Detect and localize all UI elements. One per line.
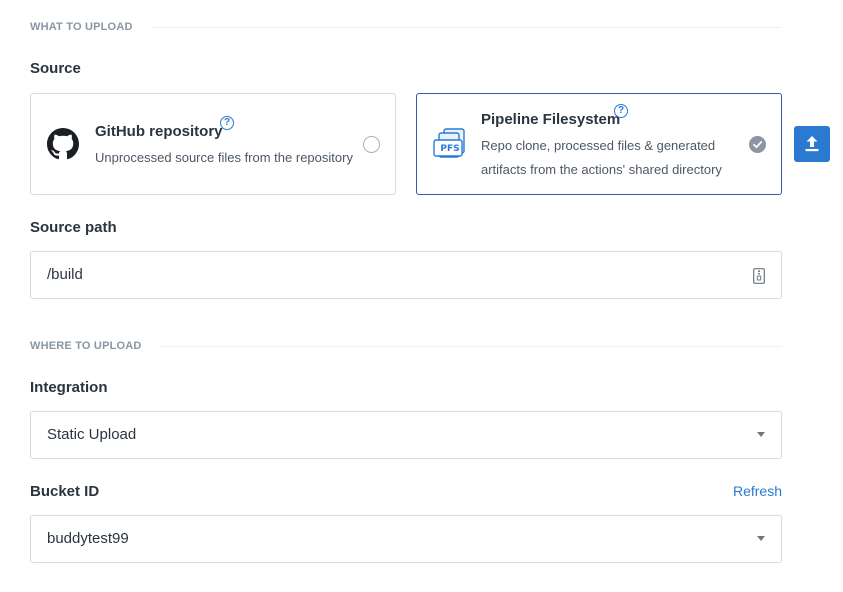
- integration-select[interactable]: Static Upload: [30, 411, 782, 459]
- github-icon: [47, 128, 79, 160]
- source-path-input[interactable]: /build: [30, 251, 782, 299]
- zip-file-icon[interactable]: [753, 268, 765, 284]
- help-icon[interactable]: ?: [220, 116, 234, 130]
- option-description: Unprocessed source files from the reposi…: [95, 150, 353, 165]
- upload-icon: [805, 136, 819, 152]
- bucket-id-label: Bucket ID: [30, 483, 100, 500]
- integration-value: Static Upload: [47, 426, 137, 443]
- bucket-id-value: buddytest99: [47, 530, 129, 547]
- section-title: WHERE TO UPLOAD: [30, 340, 142, 352]
- chevron-down-icon: [757, 536, 765, 541]
- check-icon: [753, 141, 763, 149]
- refresh-link[interactable]: Refresh: [733, 483, 782, 499]
- option-title: GitHub repository: [95, 123, 223, 140]
- radio-checked[interactable]: [749, 136, 766, 153]
- option-title: Pipeline Filesystem: [481, 111, 621, 128]
- source-path-value: /build: [47, 266, 83, 283]
- help-icon[interactable]: ?: [614, 104, 628, 118]
- section-title: WHAT TO UPLOAD: [30, 21, 133, 33]
- section-divider: [159, 345, 782, 347]
- integration-label: Integration: [30, 379, 108, 396]
- radio-unchecked[interactable]: [363, 136, 380, 153]
- source-label: Source: [30, 60, 81, 77]
- upload-button[interactable]: [794, 126, 830, 162]
- section-divider: [150, 26, 782, 28]
- option-description-line-1: Repo clone, processed files & generated: [481, 138, 716, 153]
- source-path-label: Source path: [30, 219, 117, 236]
- pfs-icon-text: PFS: [440, 144, 460, 154]
- option-description-line-2: artifacts from the actions' shared direc…: [481, 162, 722, 177]
- chevron-down-icon: [757, 432, 765, 437]
- bucket-id-select[interactable]: buddytest99: [30, 515, 782, 563]
- source-option-pipeline-filesystem[interactable]: PFS Pipeline Filesystem ? Repo clone, pr…: [416, 93, 782, 195]
- source-option-github[interactable]: GitHub repository ? Unprocessed source f…: [30, 93, 396, 195]
- what-to-upload-section-header: WHAT TO UPLOAD: [30, 21, 782, 33]
- where-to-upload-section-header: WHERE TO UPLOAD: [30, 340, 782, 352]
